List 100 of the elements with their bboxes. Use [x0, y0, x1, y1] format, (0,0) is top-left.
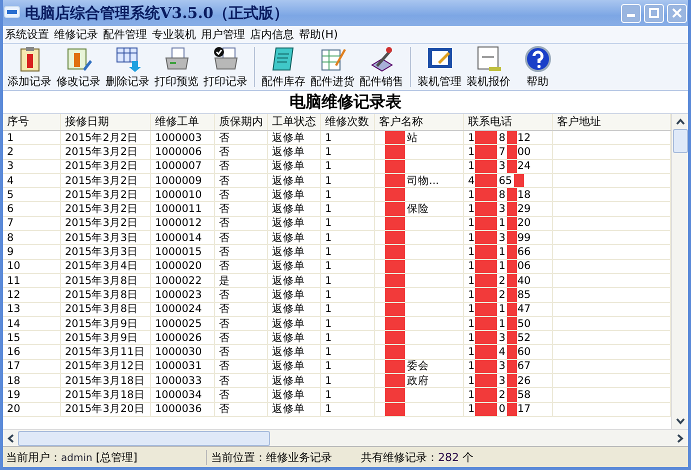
toolbar-button[interactable]: 打印预览 [152, 45, 201, 89]
phone-fragment: 40 [517, 274, 531, 287]
table-cell: 1000007 [151, 160, 215, 173]
table-title: 电脑维修记录表 [3, 91, 688, 114]
table-cell: 2015年3月8日 [61, 302, 151, 316]
redaction-mark [385, 245, 405, 259]
redaction-mark [507, 202, 518, 216]
menu-item[interactable]: 帮助(H) [299, 27, 338, 42]
redaction-mark [385, 274, 405, 288]
menu-item[interactable]: 系统设置 [5, 27, 49, 42]
table-cell: 2 [3, 145, 61, 159]
table-cell: 10 [3, 260, 61, 273]
redaction-mark [507, 402, 518, 416]
phone-fragment: 99 [517, 232, 531, 244]
redaction-mark [385, 174, 405, 188]
menu-item[interactable]: 专业装机 [152, 27, 196, 42]
table-cell: 1 [321, 231, 375, 244]
table-cell: 返修单 [268, 345, 321, 359]
help-icon [524, 45, 552, 73]
redaction-mark [385, 202, 405, 216]
table-cell: 返修单 [268, 374, 321, 388]
table-cell: 否 [215, 402, 268, 416]
calculation-sheet-icon [474, 45, 502, 73]
toolbar-button[interactable]: 配件销售 [357, 45, 406, 89]
menu-item[interactable]: 维修记录 [54, 27, 98, 42]
redaction-mark [385, 374, 405, 388]
table-cell: 否 [215, 174, 268, 188]
table-cell: 返修单 [268, 188, 321, 202]
table-cell: 7 [3, 216, 61, 230]
maximize-button[interactable] [644, 4, 664, 22]
table-cell: 是 [215, 274, 268, 288]
table-cell: 14 [3, 316, 61, 330]
toolbar-button[interactable]: 配件库存 [259, 45, 308, 89]
menu-item[interactable]: 用户管理 [201, 27, 245, 42]
toolbar-button[interactable]: 装机报价 [464, 45, 513, 89]
horizontal-scrollbar[interactable] [3, 429, 688, 446]
table-cell: 返修单 [268, 145, 321, 159]
phone-fragment: 1 [468, 303, 475, 316]
phone-fragment: 24 [517, 160, 531, 172]
table-cell: 否 [215, 131, 268, 144]
column-header[interactable]: 工单状态 [268, 114, 321, 130]
redaction-mark [474, 316, 497, 330]
table-cell: 返修单 [268, 388, 321, 402]
redaction-mark [385, 231, 405, 244]
table-cell: 2015年3月20日 [61, 402, 151, 416]
window-title: 电脑店综合管理系统V3.5.0（正式版） [25, 4, 288, 22]
redaction-mark [474, 345, 497, 359]
phone-fragment: 1 [468, 388, 475, 401]
close-button[interactable] [667, 4, 687, 22]
table-cell: 1000012 [151, 216, 215, 230]
table-cell: 12 [3, 288, 61, 302]
redaction-mark [507, 131, 518, 144]
table-cell: 否 [215, 245, 268, 259]
menu-item[interactable]: 配件管理 [103, 27, 147, 42]
phone-fragment: 2 [498, 274, 506, 287]
redaction-mark [385, 302, 405, 316]
table-cell: 20 [3, 402, 61, 416]
vertical-scrollbar[interactable] [671, 114, 688, 429]
table-cell: 6 [3, 202, 61, 216]
scroll-thumb[interactable] [672, 129, 688, 153]
redaction-mark [474, 160, 497, 173]
phone-fragment: 3 [498, 360, 506, 372]
minimize-button[interactable] [621, 4, 641, 22]
toolbar-button[interactable]: 打印记录 [201, 45, 250, 89]
scroll-thumb[interactable] [18, 430, 270, 446]
toolbar-button[interactable]: 删除记录 [103, 45, 152, 89]
phone-fragment: 85 [517, 288, 531, 301]
phone-fragment: 67 [517, 360, 531, 372]
table-cell: 1000023 [151, 288, 215, 302]
column-header[interactable]: 客户名称 [375, 114, 464, 130]
column-header[interactable]: 序号 [3, 114, 61, 130]
table-cell: 返修单 [268, 216, 321, 230]
table-cell: 19 [3, 388, 61, 402]
toolbar-button[interactable]: 帮助 [513, 45, 562, 89]
table-cell: 1000034 [151, 388, 215, 402]
phone-fragment: 50 [517, 318, 531, 330]
table-cell: 否 [215, 260, 268, 273]
column-header[interactable]: 接修日期 [61, 114, 151, 130]
table-cell: 1 [321, 274, 375, 288]
phone-fragment: 1 [468, 160, 475, 172]
toolbar-button[interactable]: 修改记录 [54, 45, 103, 89]
toolbar-button[interactable]: 配件进货 [308, 45, 357, 89]
column-header[interactable]: 质保期内 [215, 114, 268, 130]
table-cell: 否 [215, 388, 268, 402]
menu-item[interactable]: 店内信息 [250, 27, 294, 42]
redaction-mark [474, 260, 497, 273]
table-cell: 1000020 [151, 260, 215, 273]
toolbar-button[interactable]: 添加记录 [5, 45, 54, 89]
phone-fragment: 1 [468, 374, 475, 387]
column-header[interactable]: 维修次数 [321, 114, 375, 130]
table-cell: 2015年3月2日 [61, 160, 151, 173]
redaction-mark [474, 131, 497, 144]
table-cell: 否 [215, 188, 268, 202]
column-header[interactable]: 联系电话 [464, 114, 553, 130]
redaction-mark [507, 231, 518, 244]
column-header[interactable]: 维修工单 [151, 114, 215, 130]
toolbar-button[interactable]: 装机管理 [415, 45, 464, 89]
phone-fragment: 2 [498, 288, 506, 301]
customer-name-fragment: 政府 [407, 374, 429, 387]
redaction-mark [385, 331, 405, 344]
